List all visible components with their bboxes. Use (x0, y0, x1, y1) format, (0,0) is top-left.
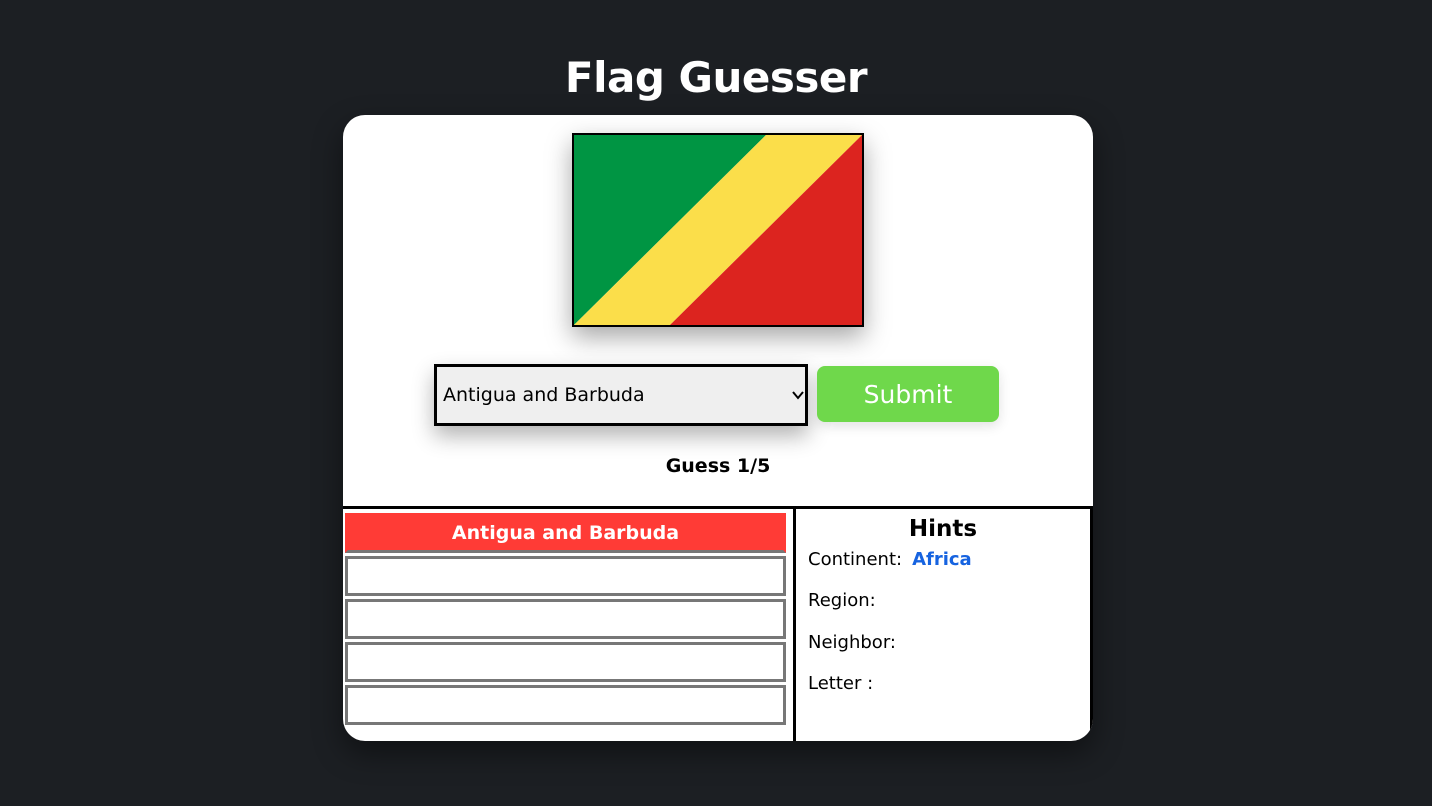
guess-row-2 (345, 556, 786, 596)
hint-region: Region: (808, 590, 876, 611)
game-card: Antigua and Barbuda Submit Guess 1/5 Ant… (343, 115, 1093, 741)
hint-continent: Continent: Africa (808, 549, 972, 570)
flag-svg (574, 135, 862, 325)
hints-title: Hints (908, 516, 978, 542)
submit-button[interactable]: Submit (817, 366, 999, 422)
hint-neighbor-label: Neighbor: (808, 632, 896, 653)
guess-list: Antigua and Barbuda (345, 513, 790, 728)
page-title: Flag Guesser (564, 53, 868, 103)
results-area: Antigua and Barbuda Hints Continent: Afri… (343, 506, 1093, 741)
guess-row-3 (345, 599, 786, 639)
hint-letter: Letter : (808, 673, 873, 694)
country-select[interactable]: Antigua and Barbuda (434, 364, 808, 426)
flag-image (572, 133, 864, 327)
guess-row-4 (345, 642, 786, 682)
hint-region-label: Region: (808, 590, 876, 611)
guess-row-1: Antigua and Barbuda (345, 513, 786, 553)
hints-panel: Hints Continent: Africa Region: Neighbor:… (796, 509, 1093, 741)
guess-counter: Guess 1/5 (665, 455, 771, 477)
hint-continent-label: Continent: (808, 549, 903, 570)
hint-letter-label: Letter : (808, 673, 874, 694)
hint-continent-value: Africa (912, 549, 972, 570)
hint-neighbor: Neighbor: (808, 632, 896, 653)
guess-row-5 (345, 685, 786, 725)
